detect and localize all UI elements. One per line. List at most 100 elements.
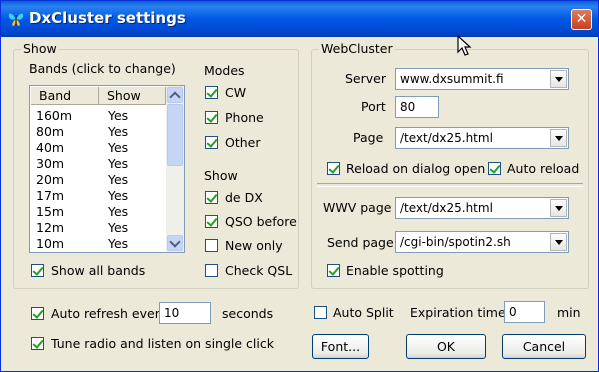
check-qsl-checkbox[interactable]: [205, 264, 218, 277]
mouse-cursor-icon: [457, 35, 472, 56]
port-value: 80: [400, 100, 416, 114]
qso-before-checkbox[interactable]: [205, 215, 218, 228]
page-label: Page: [353, 130, 384, 145]
bands-list[interactable]: Band Show 160m Yes 80m Yes 40m Yes 30m Yes 2…: [29, 85, 185, 253]
webcluster-divider: [317, 183, 583, 187]
page-combo[interactable]: /text/dx25.html: [395, 127, 569, 149]
port-label: Port: [361, 99, 386, 114]
dialog-window: DxCluster settings ✕ Show Bands (click t…: [0, 0, 599, 372]
band-row[interactable]: 80m Yes: [30, 124, 166, 140]
auto-refresh-label[interactable]: Auto refresh every: [51, 306, 167, 321]
band-name: 12m: [36, 220, 65, 235]
reload-on-open-checkbox[interactable]: [327, 162, 340, 175]
qso-before-label[interactable]: QSO before: [225, 214, 297, 229]
auto-split-label[interactable]: Auto Split: [333, 305, 394, 320]
show-options-label: Show: [204, 168, 238, 183]
wwv-page-label: WWV page: [323, 200, 392, 215]
reload-on-open-label[interactable]: Reload on dialog open: [346, 161, 485, 176]
band-row[interactable]: 12m Yes: [30, 220, 166, 236]
auto-split-checkbox[interactable]: [314, 306, 327, 319]
band-show: Yes: [108, 124, 129, 139]
band-row[interactable]: 17m Yes: [30, 188, 166, 204]
other-label[interactable]: Other: [225, 135, 261, 150]
show-column-header[interactable]: Show: [99, 87, 166, 105]
font-button[interactable]: Font...: [312, 334, 369, 359]
other-checkbox[interactable]: [205, 136, 218, 149]
refresh-interval-field[interactable]: 10: [159, 302, 211, 324]
check-qsl-label[interactable]: Check QSL: [225, 263, 292, 278]
enable-spotting-label[interactable]: Enable spotting: [346, 263, 444, 278]
chevron-down-icon[interactable]: [550, 233, 567, 251]
band-name: 15m: [36, 204, 65, 219]
band-show: Yes: [108, 172, 129, 187]
server-combo[interactable]: www.dxsummit.fi: [395, 68, 569, 90]
server-value: www.dxsummit.fi: [400, 72, 504, 86]
expiration-label: Expiration time: [410, 305, 506, 320]
show-all-bands-label[interactable]: Show all bands: [51, 263, 145, 278]
de-dx-checkbox[interactable]: [205, 191, 218, 204]
band-show: Yes: [108, 156, 129, 171]
page-value: /text/dx25.html: [400, 131, 493, 145]
new-only-checkbox[interactable]: [205, 239, 218, 252]
scrollbar-thumb[interactable]: [167, 104, 183, 166]
band-show: Yes: [108, 220, 129, 235]
expiration-value: 0: [509, 305, 517, 319]
bands-label: Bands (click to change): [29, 61, 176, 76]
scroll-up-icon[interactable]: [167, 87, 183, 103]
modes-label: Modes: [204, 63, 245, 78]
cancel-button[interactable]: Cancel: [502, 334, 586, 359]
band-row[interactable]: 20m Yes: [30, 172, 166, 188]
window-title: DxCluster settings: [29, 9, 186, 27]
auto-refresh-checkbox[interactable]: [31, 307, 44, 320]
band-row[interactable]: 15m Yes: [30, 204, 166, 220]
show-all-bands-checkbox[interactable]: [31, 264, 44, 277]
new-only-label[interactable]: New only: [225, 238, 283, 253]
chevron-down-icon[interactable]: [550, 129, 567, 147]
band-row[interactable]: 10m Yes: [30, 236, 166, 252]
phone-checkbox[interactable]: [205, 111, 218, 124]
band-row[interactable]: 40m Yes: [30, 140, 166, 156]
wwv-page-value: /text/dx25.html: [400, 201, 493, 215]
bands-scrollbar[interactable]: [166, 86, 184, 252]
auto-reload-checkbox[interactable]: [488, 162, 501, 175]
de-dx-label[interactable]: de DX: [225, 190, 263, 205]
band-name: 30m: [36, 156, 65, 171]
wwv-page-combo[interactable]: /text/dx25.html: [395, 197, 569, 219]
send-page-value: /cgi-bin/spotin2.sh: [400, 235, 511, 249]
show-group-label: Show: [21, 41, 59, 56]
phone-label[interactable]: Phone: [225, 110, 264, 125]
band-column-header[interactable]: Band: [31, 87, 99, 105]
refresh-interval-value: 10: [164, 306, 180, 320]
band-show: Yes: [108, 236, 129, 251]
send-page-label: Send page: [327, 235, 394, 250]
title-bar[interactable]: DxCluster settings ✕: [1, 1, 598, 37]
band-show: Yes: [108, 108, 129, 123]
tune-radio-checkbox[interactable]: [31, 337, 44, 350]
chevron-down-icon[interactable]: [550, 199, 567, 217]
scroll-down-icon[interactable]: [167, 235, 183, 251]
webcluster-group-label: WebCluster: [319, 41, 395, 56]
close-button[interactable]: ✕: [571, 9, 592, 30]
send-page-combo[interactable]: /cgi-bin/spotin2.sh: [395, 231, 569, 253]
ok-button[interactable]: OK: [406, 334, 486, 359]
chevron-down-icon[interactable]: [550, 70, 567, 88]
band-show: Yes: [108, 204, 129, 219]
band-name: 10m: [36, 236, 65, 251]
band-name: 17m: [36, 188, 65, 203]
band-name: 160m: [36, 108, 73, 123]
auto-reload-label[interactable]: Auto reload: [507, 161, 579, 176]
server-label: Server: [345, 71, 386, 86]
cw-label[interactable]: CW: [225, 85, 246, 100]
seconds-label: seconds: [222, 306, 274, 321]
port-field[interactable]: 80: [395, 96, 439, 118]
tune-radio-label[interactable]: Tune radio and listen on single click: [51, 336, 274, 351]
band-name: 20m: [36, 172, 65, 187]
min-label: min: [557, 305, 581, 320]
band-name: 80m: [36, 124, 65, 139]
butterfly-icon: [8, 13, 24, 26]
expiration-field[interactable]: 0: [504, 301, 545, 323]
enable-spotting-checkbox[interactable]: [327, 264, 340, 277]
band-row[interactable]: 30m Yes: [30, 156, 166, 172]
band-row[interactable]: 160m Yes: [30, 108, 166, 124]
cw-checkbox[interactable]: [205, 86, 218, 99]
